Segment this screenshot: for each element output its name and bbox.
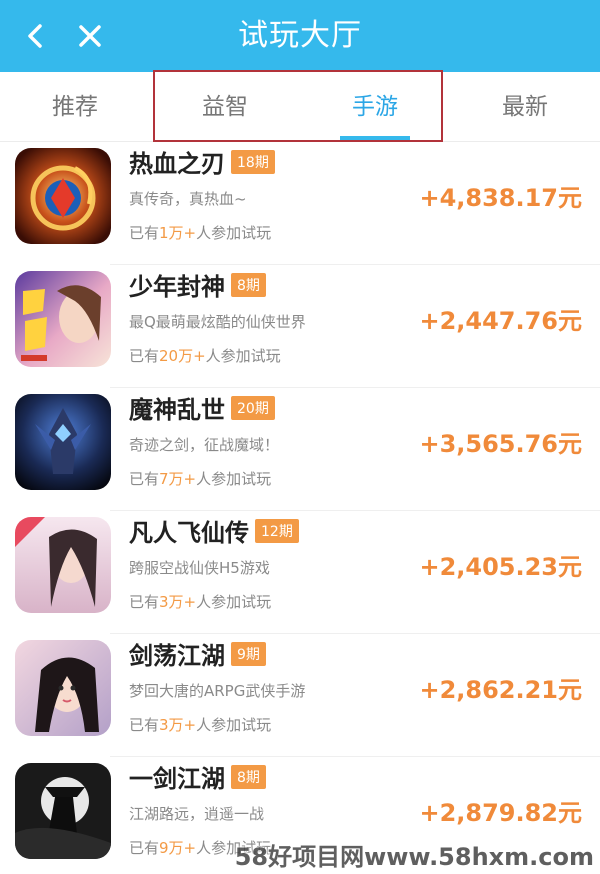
game-name: 凡人飞仙传 12期: [129, 513, 299, 548]
period-badge: 12期: [255, 519, 299, 543]
game-name: 少年封神 8期: [129, 267, 266, 302]
page-title: 试玩大厅: [238, 18, 362, 53]
game-icon-fanrenfeixianzhuan: [15, 517, 111, 613]
period-badge: 8期: [231, 273, 266, 297]
top-bar: 试玩大厅: [0, 0, 600, 72]
game-name: 剑荡江湖 9期: [129, 636, 266, 671]
period-badge: 9期: [231, 642, 266, 666]
game-list: 热血之刃18期 真传奇，真热血~ 已有1万+人参加试玩 +4,838.17元: [0, 142, 600, 874]
reward-amount: +2,879.82元: [419, 799, 582, 827]
tab-mobile-games[interactable]: 手游: [300, 72, 450, 142]
game-name: 热血之刃 18期: [129, 144, 275, 179]
players-count: 已有7万+人参加试玩: [129, 470, 272, 488]
list-item[interactable]: 少年封神 8期 最Q最萌最炫酷的仙侠世界 已有20万+人参加试玩 +2,447.7…: [0, 265, 600, 388]
category-tabs: 推荐 益智 手游 最新: [0, 72, 600, 142]
players-count: 已有20万+人参加试玩: [129, 347, 281, 365]
game-icon-moshenluanshi: [15, 394, 111, 490]
game-description: 跨服空战仙侠H5游戏: [129, 559, 270, 577]
active-tab-indicator: [340, 136, 410, 140]
players-count: 已有1万+人参加试玩: [129, 224, 272, 242]
players-count: 已有3万+人参加试玩: [129, 716, 272, 734]
list-item[interactable]: 热血之刃 18期 真传奇，真热血~ 已有1万+人参加试玩 +4,838.17元: [0, 142, 600, 265]
list-item[interactable]: 剑荡江湖 9期 梦回大唐的ARPG武侠手游 已有3万+人参加试玩 +2,862.2…: [0, 634, 600, 757]
game-name: 一剑江湖 8期: [129, 759, 266, 794]
period-badge: 8期: [231, 765, 266, 789]
tab-recommend[interactable]: 推荐: [0, 72, 150, 142]
game-description: 最Q最萌最炫酷的仙侠世界: [129, 313, 306, 331]
list-item[interactable]: 凡人飞仙传 12期 跨服空战仙侠H5游戏 已有3万+人参加试玩 +2,405.23…: [0, 511, 600, 634]
reward-amount: +2,405.23元: [419, 553, 582, 581]
game-icon-yijianjianghu: [15, 763, 111, 859]
game-name: 魔神乱世 20期: [129, 390, 275, 425]
game-icon-jiandangjianghu: [15, 640, 111, 736]
reward-amount: +2,862.21元: [419, 676, 582, 704]
game-icon-shaonianfengshen: [15, 271, 111, 367]
game-description: 江湖路远，逍遥一战: [129, 805, 265, 823]
period-badge: 20期: [231, 396, 275, 420]
tab-newest[interactable]: 最新: [450, 72, 600, 142]
reward-amount: +4,838.17元: [419, 184, 582, 212]
game-description: 真传奇，真热血~: [129, 190, 247, 208]
players-count: 已有3万+人参加试玩: [129, 593, 272, 611]
game-description: 梦回大唐的ARPG武侠手游: [129, 682, 306, 700]
period-badge: 18期: [231, 150, 275, 174]
reward-amount: +3,565.76元: [419, 430, 582, 458]
game-description: 奇迹之剑，征战魔域！: [129, 436, 280, 454]
watermark: 58好项目网www.58hxm.com: [234, 843, 594, 871]
list-item[interactable]: 魔神乱世 20期 奇迹之剑，征战魔域！ 已有7万+人参加试玩 +3,565.76元: [0, 388, 600, 511]
reward-amount: +2,447.76元: [419, 307, 582, 335]
tab-puzzle[interactable]: 益智: [150, 72, 300, 142]
game-icon-rexuezhiren: [15, 148, 111, 244]
